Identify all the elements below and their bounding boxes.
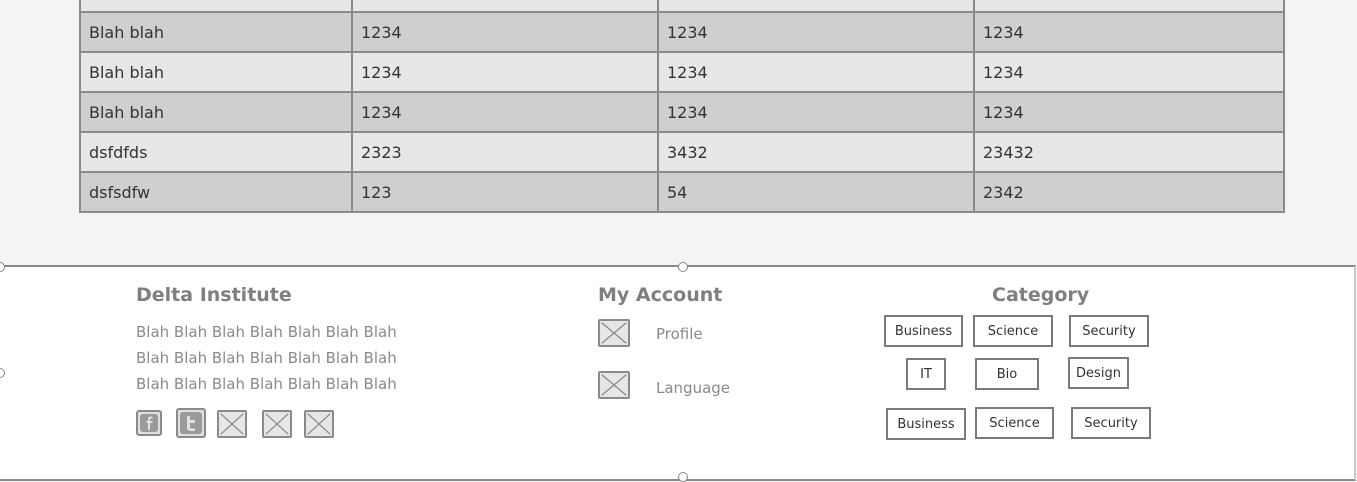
table-cell: 23432 <box>973 131 1285 173</box>
category-tag-business[interactable]: Business <box>886 408 966 440</box>
table-cell: 2342 <box>973 171 1285 213</box>
profile-link[interactable]: Profile <box>656 325 703 343</box>
table-cell: 54 <box>657 171 975 213</box>
table-cell <box>351 0 659 13</box>
category-tag-security[interactable]: Security <box>1071 407 1151 439</box>
table-cell: 1234 <box>351 11 659 53</box>
institute-title: Delta Institute <box>136 284 292 306</box>
category-tag-security[interactable]: Security <box>1069 315 1149 347</box>
table-cell: 2323 <box>351 131 659 173</box>
institute-text-line: Blah Blah Blah Blah Blah Blah Blah <box>136 349 397 367</box>
category-tag-it[interactable]: IT <box>906 358 946 390</box>
table-cell: 1234 <box>973 51 1285 93</box>
institute-text-line: Blah Blah Blah Blah Blah Blah Blah <box>136 375 397 393</box>
table-cell: 1234 <box>973 91 1285 133</box>
category-title: Category <box>992 284 1090 306</box>
table-row: Blah blah 1234 1234 1234 <box>79 91 1285 133</box>
table-cell: dsfdfds <box>79 131 353 173</box>
data-table: Blah blah 1234 1234 1234 Blah blah 1234 … <box>79 0 1285 213</box>
language-link[interactable]: Language <box>656 379 730 397</box>
table-row: Blah blah 1234 1234 1234 <box>79 11 1285 53</box>
facebook-icon[interactable] <box>136 410 162 436</box>
resize-handle[interactable] <box>0 368 5 378</box>
table-cell: 1234 <box>657 51 975 93</box>
table-cell: 1234 <box>351 51 659 93</box>
table-cell <box>79 0 353 13</box>
resize-handle[interactable] <box>678 262 688 272</box>
account-title: My Account <box>598 284 723 306</box>
data-table-container: Blah blah 1234 1234 1234 Blah blah 1234 … <box>79 0 1285 213</box>
table-cell: 123 <box>351 171 659 213</box>
table-row: dsfdfds 2323 3432 23432 <box>79 131 1285 173</box>
table-cell <box>973 0 1285 13</box>
table-cell: 3432 <box>657 131 975 173</box>
table-cell: 1234 <box>657 91 975 133</box>
resize-handle[interactable] <box>678 472 688 482</box>
category-tag-bio[interactable]: Bio <box>975 358 1039 390</box>
table-cell: 1234 <box>657 11 975 53</box>
table-row: dsfsdfw 123 54 2342 <box>79 171 1285 213</box>
table-cell: 1234 <box>973 11 1285 53</box>
placeholder-icon[interactable] <box>304 410 334 438</box>
table-cell: dsfsdfw <box>79 171 353 213</box>
category-tag-design[interactable]: Design <box>1068 357 1129 389</box>
placeholder-icon[interactable] <box>262 410 292 438</box>
category-tag-science[interactable]: Science <box>973 315 1053 347</box>
table-cell: Blah blah <box>79 51 353 93</box>
table-cell: 1234 <box>351 91 659 133</box>
table-row: Blah blah 1234 1234 1234 <box>79 51 1285 93</box>
table-cell: Blah blah <box>79 91 353 133</box>
twitter-icon[interactable] <box>176 408 206 438</box>
table-cell <box>657 0 975 13</box>
profile-icon[interactable] <box>598 319 630 347</box>
table-cell: Blah blah <box>79 11 353 53</box>
footer: Delta Institute Blah Blah Blah Blah Blah… <box>0 262 1356 482</box>
category-tag-business[interactable]: Business <box>884 315 963 347</box>
category-tag-science[interactable]: Science <box>975 407 1054 439</box>
language-icon[interactable] <box>598 371 630 399</box>
placeholder-icon[interactable] <box>217 410 247 438</box>
table-row <box>79 0 1285 13</box>
resize-handle[interactable] <box>0 262 5 272</box>
institute-text-line: Blah Blah Blah Blah Blah Blah Blah <box>136 323 397 341</box>
